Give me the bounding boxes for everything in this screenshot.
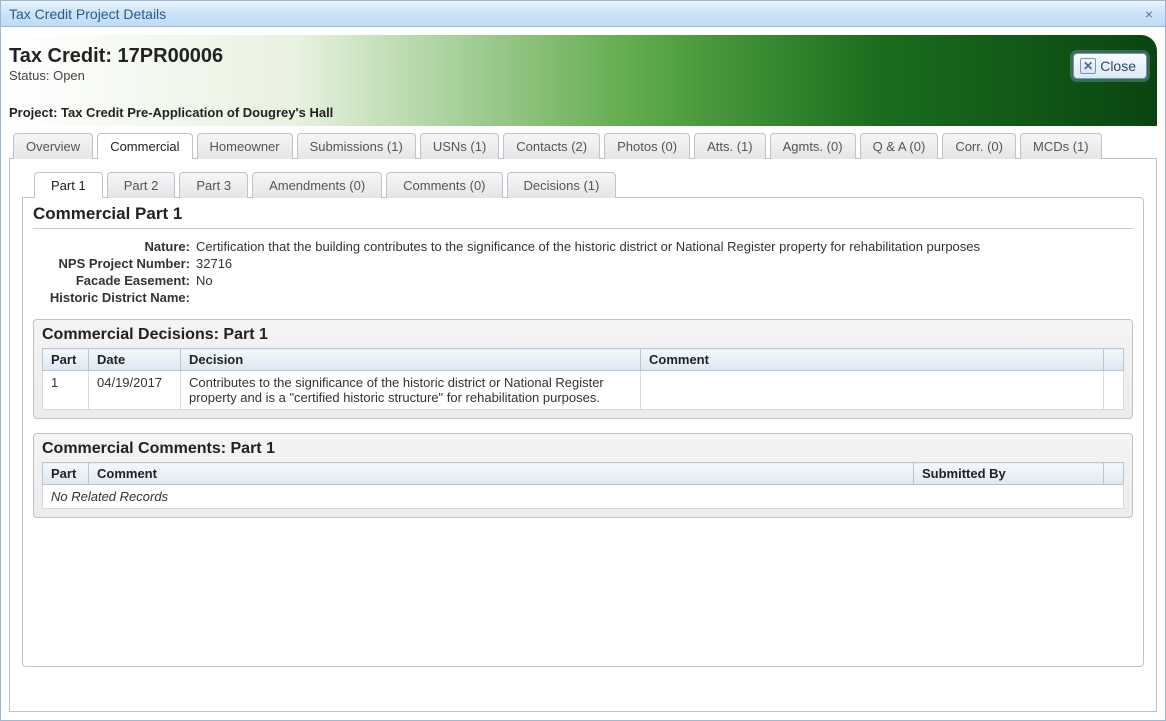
tab-commercial[interactable]: Commercial — [97, 133, 192, 159]
table-row: No Related Records — [43, 485, 1124, 509]
nature-value: Certification that the building contribu… — [196, 239, 980, 254]
facade-value: No — [196, 273, 213, 288]
table-header-row: Part Date Decision Comment — [43, 349, 1124, 371]
tab-mcds[interactable]: MCDs (1) — [1020, 133, 1102, 159]
section-title: Commercial Part 1 — [33, 204, 1133, 229]
tab-usns[interactable]: USNs (1) — [420, 133, 499, 159]
project-text: Project: Tax Credit Pre-Application of D… — [9, 105, 1145, 120]
main-tabs: Overview Commercial Homeowner Submission… — [9, 132, 1157, 158]
tab-photos[interactable]: Photos (0) — [604, 133, 690, 159]
table-header-row: Part Comment Submitted By — [43, 463, 1124, 485]
cell-comment — [641, 371, 1104, 410]
window-content: Tax Credit: 17PR00006 Status: Open Proje… — [1, 27, 1165, 720]
col-part[interactable]: Part — [43, 349, 89, 371]
nature-label: Nature: — [41, 239, 196, 254]
titlebar: Tax Credit Project Details × — [1, 1, 1165, 27]
tab-corr[interactable]: Corr. (0) — [942, 133, 1016, 159]
close-button-label: Close — [1100, 58, 1136, 74]
tab-overview[interactable]: Overview — [13, 133, 93, 159]
tab-homeowner[interactable]: Homeowner — [197, 133, 293, 159]
main-tab-panel: Part 1 Part 2 Part 3 Amendments (0) Comm… — [9, 158, 1157, 712]
window-close-icon[interactable]: × — [1141, 6, 1157, 22]
col-comment[interactable]: Comment — [641, 349, 1104, 371]
app-window: Tax Credit Project Details × Tax Credit:… — [0, 0, 1166, 721]
cell-decision: Contributes to the significance of the h… — [181, 371, 641, 410]
subtab-comments[interactable]: Comments (0) — [386, 172, 502, 198]
subtab-part2[interactable]: Part 2 — [107, 172, 176, 198]
tab-contacts[interactable]: Contacts (2) — [503, 133, 600, 159]
close-button[interactable]: ✕ Close — [1073, 53, 1147, 79]
field-rows: Nature: Certification that the building … — [41, 239, 1133, 305]
status-text: Status: Open — [9, 68, 1145, 83]
col-spacer — [1104, 349, 1124, 371]
col-spacer — [1104, 463, 1124, 485]
district-label: Historic District Name: — [41, 290, 196, 305]
comments-panel: Commercial Comments: Part 1 Part Comment… — [33, 433, 1133, 518]
header-banner: Tax Credit: 17PR00006 Status: Open Proje… — [9, 35, 1157, 126]
decisions-title: Commercial Decisions: Part 1 — [42, 326, 1124, 344]
col-comment[interactable]: Comment — [89, 463, 914, 485]
nps-label: NPS Project Number: — [41, 256, 196, 271]
col-submitted-by[interactable]: Submitted By — [914, 463, 1104, 485]
page-title: Tax Credit: 17PR00006 — [9, 45, 1145, 68]
tab-submissions[interactable]: Submissions (1) — [297, 133, 416, 159]
sub-tabs: Part 1 Part 2 Part 3 Amendments (0) Comm… — [22, 171, 1144, 197]
tab-atts[interactable]: Atts. (1) — [694, 133, 766, 159]
comments-table: Part Comment Submitted By No Related Rec… — [42, 462, 1124, 509]
tab-agmts[interactable]: Agmts. (0) — [770, 133, 856, 159]
cell-date: 04/19/2017 — [89, 371, 181, 410]
col-date[interactable]: Date — [89, 349, 181, 371]
no-records: No Related Records — [43, 485, 1124, 509]
decisions-table: Part Date Decision Comment 1 04/19/2017 — [42, 348, 1124, 410]
col-part[interactable]: Part — [43, 463, 89, 485]
window-title: Tax Credit Project Details — [9, 6, 166, 22]
table-row[interactable]: 1 04/19/2017 Contributes to the signific… — [43, 371, 1124, 410]
subtab-part3[interactable]: Part 3 — [179, 172, 248, 198]
subtab-amendments[interactable]: Amendments (0) — [252, 172, 382, 198]
decisions-panel: Commercial Decisions: Part 1 Part Date D… — [33, 319, 1133, 419]
tab-qa[interactable]: Q & A (0) — [860, 133, 939, 159]
subtab-panel: Commercial Part 1 Nature: Certification … — [22, 197, 1144, 667]
facade-label: Facade Easement: — [41, 273, 196, 288]
subtab-part1[interactable]: Part 1 — [34, 172, 103, 198]
cell-part: 1 — [43, 371, 89, 410]
comments-title: Commercial Comments: Part 1 — [42, 440, 1124, 458]
subtab-decisions[interactable]: Decisions (1) — [507, 172, 617, 198]
col-decision[interactable]: Decision — [181, 349, 641, 371]
close-icon: ✕ — [1080, 58, 1096, 74]
nps-value: 32716 — [196, 256, 232, 271]
